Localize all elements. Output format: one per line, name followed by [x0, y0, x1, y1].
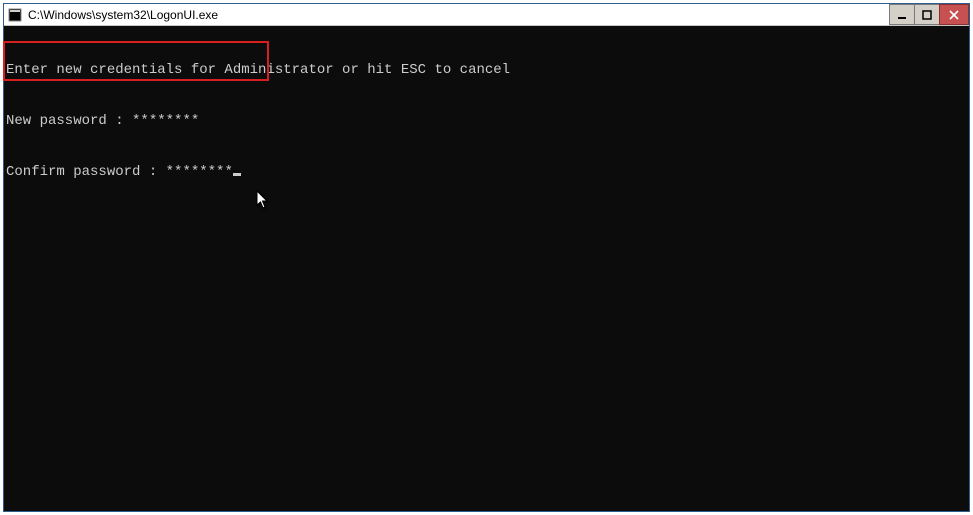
minimize-button[interactable]: [889, 4, 915, 25]
titlebar[interactable]: C:\Windows\system32\LogonUI.exe: [4, 4, 969, 26]
confirm-password-label: Confirm password :: [6, 164, 166, 180]
app-icon: [8, 8, 22, 22]
window-controls: [890, 4, 969, 25]
close-button[interactable]: [939, 4, 969, 25]
new-password-label: New password :: [6, 113, 132, 129]
maximize-button[interactable]: [914, 4, 940, 25]
console-area[interactable]: Enter new credentials for Administrator …: [4, 26, 969, 511]
prompt-line: Enter new credentials for Administrator …: [4, 62, 969, 79]
new-password-line: New password : ********: [4, 113, 969, 130]
confirm-password-value: ********: [166, 164, 233, 180]
text-cursor-icon: [233, 173, 241, 176]
window-title: C:\Windows\system32\LogonUI.exe: [28, 8, 890, 22]
application-window: C:\Windows\system32\LogonUI.exe Enter ne…: [3, 3, 970, 512]
new-password-value: ********: [132, 113, 199, 129]
confirm-password-line: Confirm password : ********: [4, 164, 969, 181]
